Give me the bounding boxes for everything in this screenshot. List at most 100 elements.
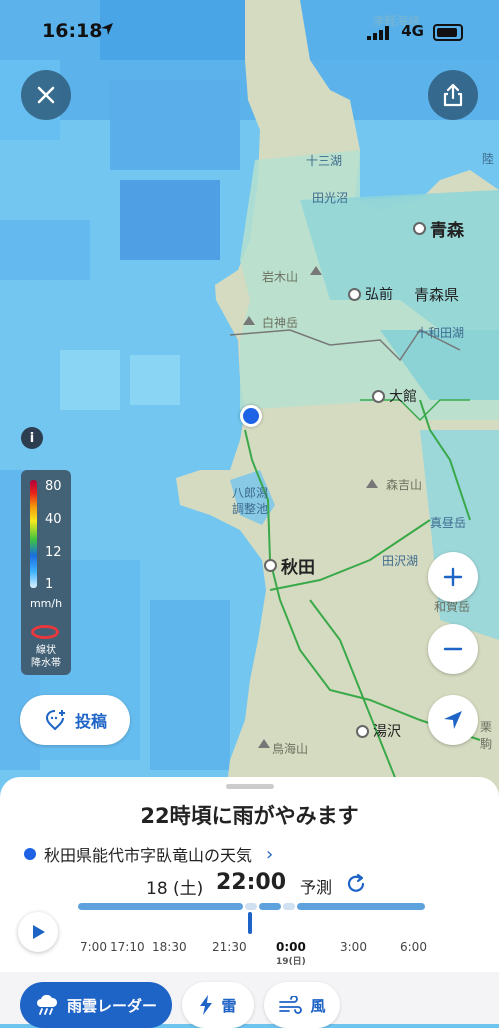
plus-icon (443, 567, 463, 587)
timeline-tick: 7:00 (80, 940, 107, 954)
refresh-icon[interactable] (345, 873, 367, 895)
tab-label: 雨雲レーダー (66, 996, 157, 1015)
map-label-jusanko: 十三湖 (306, 154, 343, 168)
timeline-tick-selected: 0:00 19(日) (276, 940, 306, 967)
close-icon (37, 86, 55, 104)
tab-wind[interactable]: 風 (264, 982, 340, 1028)
city-hirosaki: 弘前 (348, 284, 393, 304)
timeline-segment (259, 903, 281, 910)
city-dot (356, 724, 369, 738)
tab-rain-radar[interactable]: 雨雲レーダー (20, 982, 172, 1028)
map-label-hachirogata: 八郎潟 (232, 486, 269, 500)
timeline-tick: 21:30 (212, 940, 247, 954)
location-dot-icon (24, 848, 36, 860)
city-label: 大館 (389, 389, 417, 405)
share-button[interactable] (428, 70, 478, 120)
location-arrow-icon (101, 23, 113, 35)
city-dot (264, 559, 277, 572)
lightning-icon (200, 995, 213, 1015)
my-location-button[interactable] (428, 695, 478, 745)
city-dot (413, 222, 426, 235)
close-button[interactable] (21, 70, 71, 120)
rain-legend: 80 40 12 1 mm/h 線状 降水帯 (21, 470, 71, 675)
map-label-tazawako: 田沢湖 (382, 554, 419, 568)
rain-cloud-icon (36, 994, 58, 1015)
radar-map[interactable] (0, 0, 499, 800)
post-label: 投稿 (74, 712, 107, 731)
chevron-right-icon: › (266, 843, 274, 865)
status-time: 16:18 (42, 20, 103, 42)
zoom-in-button[interactable] (428, 552, 478, 602)
play-button[interactable] (18, 912, 58, 952)
city-label: 青森 (430, 221, 464, 241)
city-yuzawa: 湯沢 (356, 721, 401, 741)
timeline-tick: 17:10 (110, 940, 145, 954)
timeline-tick: 3:00 (340, 940, 367, 954)
info-button[interactable]: i (21, 427, 43, 449)
legend-linear-label: 降水帯 (31, 658, 61, 669)
share-icon (443, 83, 463, 107)
legend-color-bar (30, 480, 37, 588)
zoom-out-button[interactable] (428, 624, 478, 674)
map-label-towadako: 十和田湖 (416, 326, 465, 340)
timeline-segment (283, 903, 295, 910)
current-location-pin[interactable] (240, 405, 262, 427)
legend-tick: 12 (45, 545, 62, 560)
timeline-segment (245, 903, 257, 910)
battery-icon (433, 24, 463, 41)
map-label-tashichinuma: 田光沼 (312, 191, 349, 205)
linear-band-icon (31, 625, 59, 639)
info-icon: i (29, 430, 35, 446)
map-label-iwakisan: 岩木山 (262, 270, 299, 284)
signal-icon (367, 26, 389, 40)
forecast-date: 18 (土) (146, 879, 204, 899)
minus-icon (443, 647, 463, 651)
sheet-grabber[interactable] (226, 784, 274, 789)
forecast-label: 予測 (300, 878, 333, 897)
map-label-kamisan: 真昼岳 (430, 516, 467, 530)
timeline-segment (78, 903, 243, 910)
city-label: 湯沢 (373, 724, 401, 740)
location-name: 秋田県能代市字臥竜山の天気 (44, 846, 253, 865)
timeline-labels: 7:00 17:10 18:30 21:30 0:00 19(日) 3:00 6… (70, 940, 499, 970)
timeline-tick-sub: 19(日) (276, 957, 306, 967)
location-arrow-icon (444, 711, 462, 729)
legend-tick: 1 (45, 577, 54, 592)
time-row: 18 (土) 22:00 予測 (0, 870, 499, 900)
map-label-chouseichi: 調整池 (232, 502, 269, 516)
wind-icon (279, 996, 303, 1014)
bottom-tabs: 雨雲レーダー 雷 風 (0, 972, 499, 1028)
map-label-aomori-pref: 青森県 (414, 286, 460, 304)
post-icon (45, 710, 65, 731)
legend-tick: 80 (45, 479, 62, 494)
city-aomori: 青森 (413, 216, 464, 241)
city-dot (372, 389, 385, 403)
tab-label: 風 (310, 996, 326, 1015)
legend-tick: 40 (45, 512, 62, 527)
map-label-mutsu: 陸 (482, 152, 495, 166)
map-canvas (0, 0, 499, 800)
rain-headline: 22時頃に雨がやみます (140, 804, 359, 828)
map-label-moriyoshi: 森吉山 (386, 478, 423, 492)
network-type: 4G (401, 22, 424, 40)
timeline-segment (297, 903, 425, 910)
timeline-scrubber[interactable] (248, 912, 252, 934)
legend-unit: mm/h (29, 597, 63, 610)
map-label-chokai: 鳥海山 (272, 742, 309, 756)
city-dot (348, 287, 361, 301)
status-bar: 16:18 4G (0, 0, 499, 60)
timeline-tick: 18:30 (152, 940, 187, 954)
post-button[interactable]: 投稿 (20, 695, 130, 745)
city-odate: 大館 (372, 386, 417, 406)
timeline-tick-label: 0:00 (276, 940, 306, 954)
play-icon (33, 925, 45, 939)
tab-lightning[interactable]: 雷 (182, 982, 254, 1028)
tab-label: 雷 (221, 996, 237, 1015)
timeline-tick: 6:00 (400, 940, 427, 954)
forecast-time: 22:00 (216, 870, 287, 895)
city-akita: 秋田 (264, 553, 315, 578)
location-weather-link[interactable]: 秋田県能代市字臥竜山の天気 › (24, 842, 273, 866)
timeline-track[interactable] (78, 903, 426, 913)
map-label-kuriko: 栗駒 (480, 720, 493, 751)
legend-linear-label: 線状 (36, 645, 56, 656)
